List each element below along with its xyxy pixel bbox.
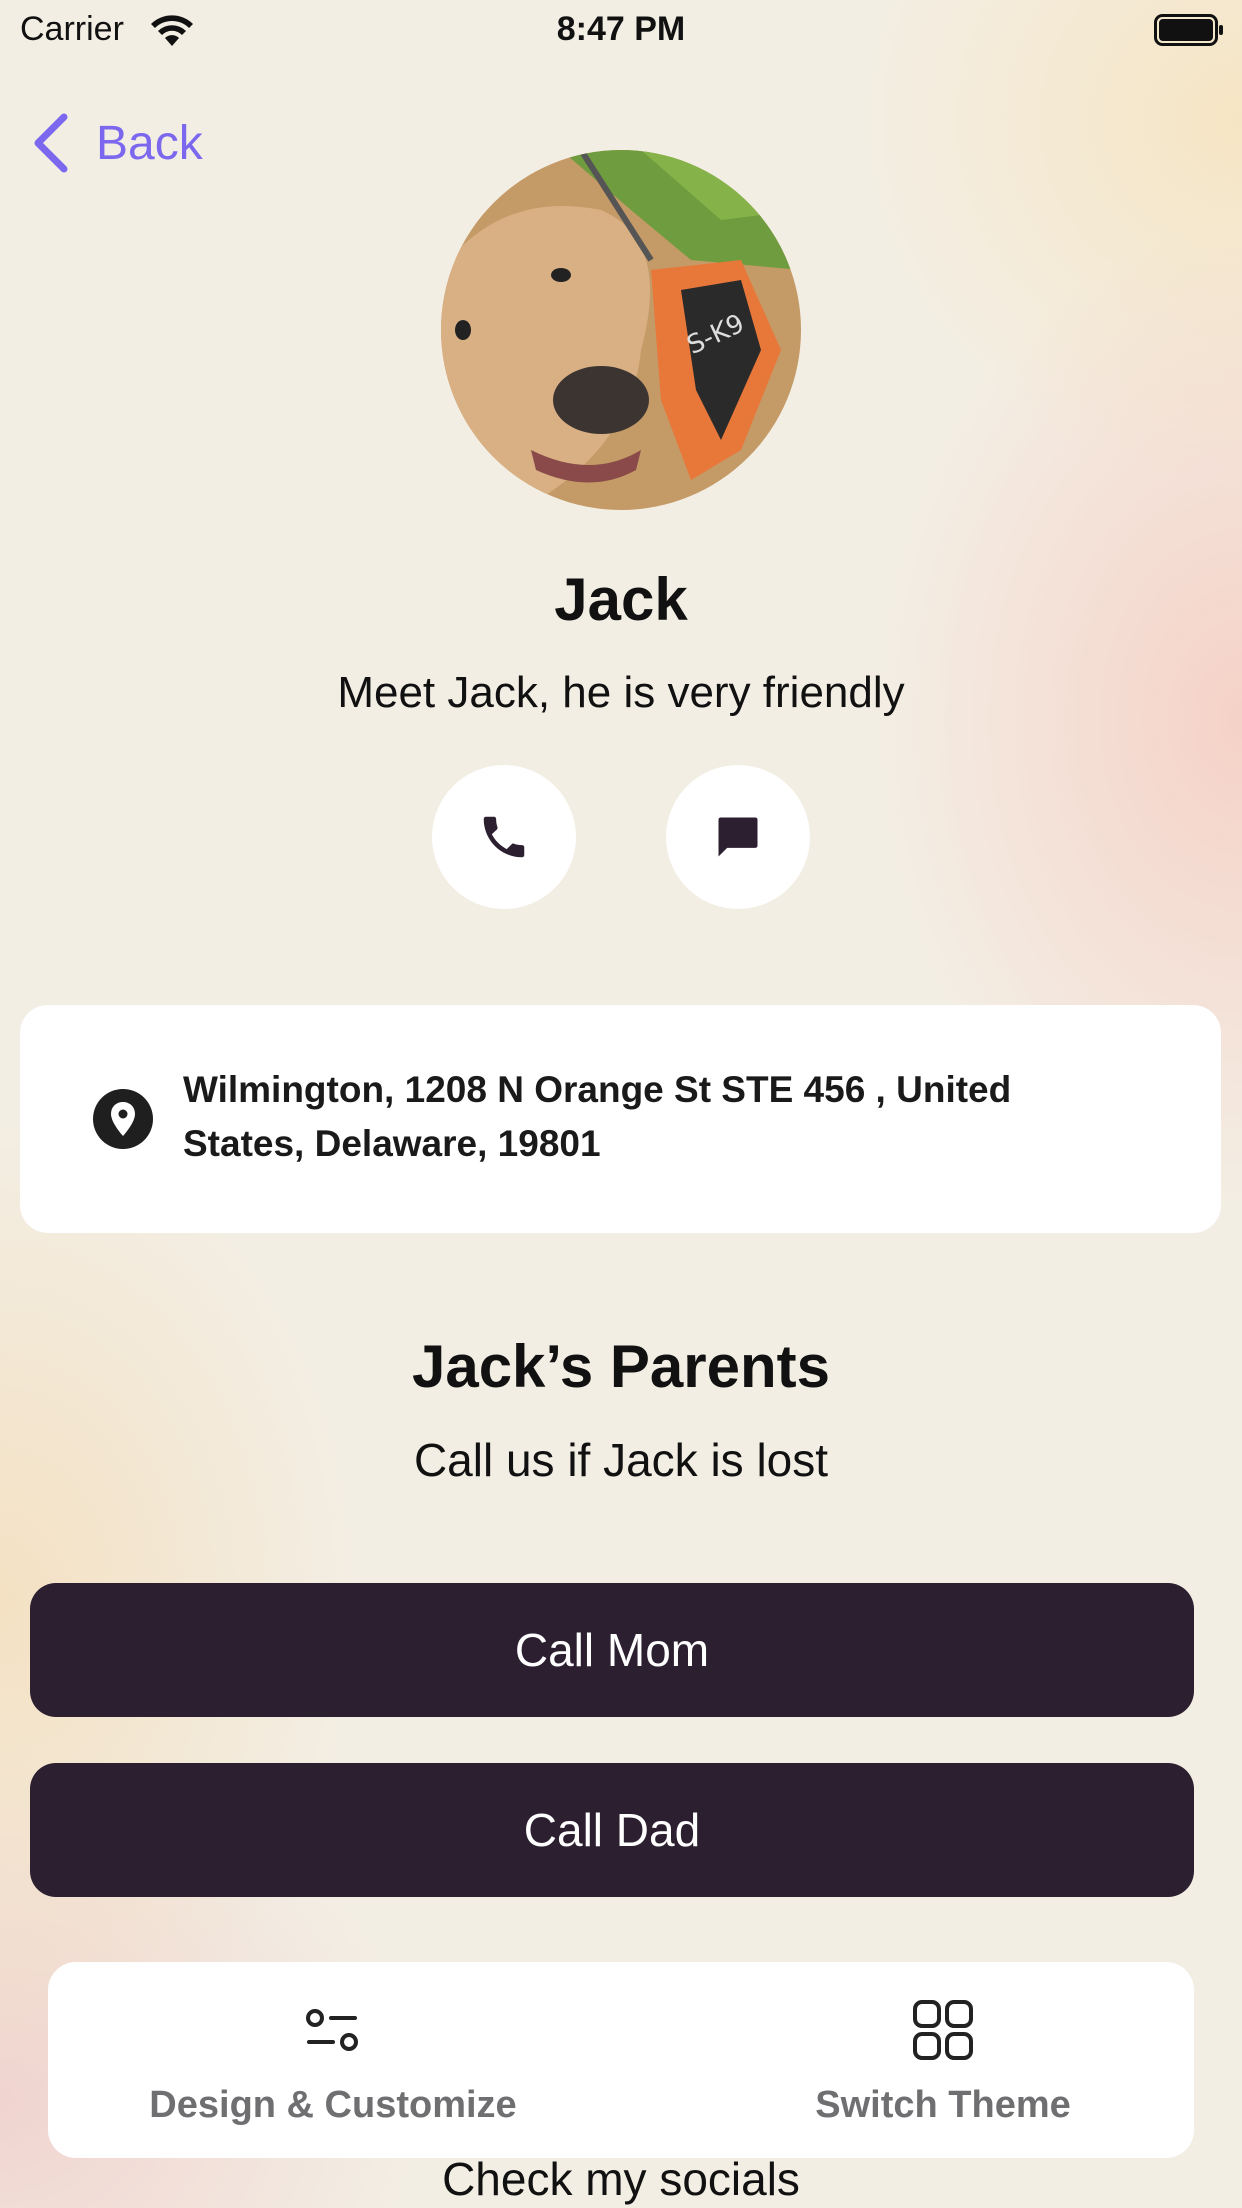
pet-name: Jack bbox=[554, 566, 688, 633]
back-label: Back bbox=[96, 116, 203, 170]
message-icon bbox=[716, 817, 758, 857]
socials-title: Check my socials bbox=[442, 2153, 800, 2205]
chevron-left-icon bbox=[34, 113, 68, 173]
battery-icon bbox=[1154, 14, 1223, 46]
phone-icon bbox=[483, 816, 525, 858]
location-pin-icon bbox=[93, 1089, 153, 1149]
design-customize-label: Design & Customize bbox=[149, 2084, 517, 2126]
call-button[interactable] bbox=[432, 765, 576, 909]
grid-icon bbox=[913, 2000, 973, 2060]
sliders-icon bbox=[306, 2009, 358, 2051]
switch-theme-button[interactable]: Switch Theme bbox=[748, 1962, 1138, 2158]
switch-theme-label: Switch Theme bbox=[815, 2084, 1071, 2126]
call-mom-button[interactable]: Call Mom bbox=[30, 1583, 1194, 1717]
address-text: Wilmington, 1208 N Orange St STE 456 , U… bbox=[183, 1069, 1012, 1164]
parents-subtitle: Call us if Jack is lost bbox=[413, 1434, 829, 1486]
call-dad-button[interactable]: Call Dad bbox=[30, 1763, 1194, 1897]
parents-title: Jack’s Parents bbox=[411, 1333, 831, 1400]
pet-bio: Meet Jack, he is very friendly bbox=[337, 668, 905, 717]
avatar: S-K9 bbox=[441, 150, 801, 510]
design-customize-button[interactable]: Design & Customize bbox=[138, 1962, 528, 2158]
status-time: 8:47 PM bbox=[556, 10, 686, 48]
back-button[interactable]: Back bbox=[30, 108, 203, 178]
bottom-bar: Design & Customize Switch Theme bbox=[48, 1962, 1194, 2158]
message-button[interactable] bbox=[666, 765, 810, 909]
